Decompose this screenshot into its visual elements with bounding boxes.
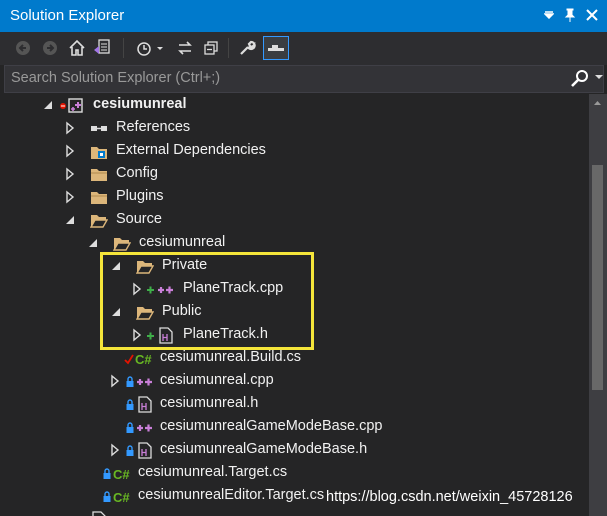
window-position-dropdown-icon[interactable]: [538, 4, 560, 26]
collapsed-arrow-icon[interactable]: [64, 190, 76, 204]
forward-icon[interactable]: [38, 36, 62, 60]
lock-icon: [125, 442, 135, 459]
history-icon[interactable]: [133, 36, 167, 60]
collapsed-arrow-icon[interactable]: [64, 121, 76, 135]
cpp-file-icon: [136, 419, 154, 436]
title-bar: Solution Explorer: [0, 0, 607, 32]
tree-item-label: cesiumunreal.cpp: [160, 372, 274, 388]
csharp-file-icon: C#: [135, 350, 157, 367]
pin-icon[interactable]: [559, 4, 581, 26]
lock-icon: [102, 465, 112, 482]
tree-item-label: Source: [116, 211, 162, 227]
h-file-icon: [136, 396, 154, 413]
tree-item-label: External Dependencies: [116, 142, 266, 158]
references-icon: [90, 120, 108, 137]
tree-item-label: cesiumunreal: [93, 96, 187, 112]
collapsed-arrow-icon[interactable]: [64, 144, 76, 158]
tree-item-label: cesiumunreal.h: [160, 395, 259, 411]
back-icon[interactable]: [11, 36, 35, 60]
tree-item-source[interactable]: Source: [0, 209, 589, 232]
tree-item-label: cesiumunreal: [139, 234, 226, 250]
cpp-file-icon: [136, 373, 154, 390]
tree-item-label: Plugins: [116, 188, 164, 204]
tree-item-label: cesiumunrealGameModeBase.cpp: [160, 418, 383, 434]
window-title: Solution Explorer: [10, 7, 125, 24]
properties-wrench-icon[interactable]: [235, 36, 259, 60]
tree-item-gamemodebase-cpp[interactable]: cesiumunrealGameModeBase.cpp: [0, 416, 589, 439]
checked-in-icon: [124, 350, 134, 367]
tree-item-references[interactable]: References: [0, 117, 589, 140]
search-icon[interactable]: [570, 69, 590, 89]
expanded-arrow-icon[interactable]: [64, 213, 76, 227]
h-file-icon: [136, 442, 154, 459]
tree-item-label: Config: [116, 165, 158, 181]
search-input[interactable]: [11, 69, 551, 87]
csharp-file-icon: C#: [113, 465, 135, 482]
folder-icon: [90, 166, 108, 183]
watermark-text: https://blog.csdn.net/weixin_45728126: [326, 489, 573, 505]
toolbar-separator: [123, 38, 124, 58]
scroll-up-arrow-icon[interactable]: [592, 98, 603, 108]
file-icon: [90, 511, 108, 516]
tree-item-build-cs[interactable]: C# cesiumunreal.Build.cs: [0, 347, 589, 370]
svg-text:C#: C#: [135, 352, 152, 367]
tree-item-label: cesiumunrealGameModeBase.h: [160, 441, 368, 457]
expanded-arrow-icon[interactable]: [87, 236, 99, 250]
external-deps-icon: [90, 143, 108, 160]
scrollbar-thumb[interactable]: [592, 165, 603, 390]
tree-item-cesiumunreal-cpp[interactable]: cesiumunreal.cpp: [0, 370, 589, 393]
collapsed-arrow-icon[interactable]: [64, 167, 76, 181]
switch-views-icon[interactable]: [90, 36, 114, 60]
lock-icon: [125, 419, 135, 436]
lock-icon: [125, 373, 135, 390]
folder-open-icon: [89, 212, 109, 229]
project-icon: [67, 97, 85, 114]
tree-item-label: References: [116, 119, 191, 135]
lock-icon: [102, 488, 112, 505]
collapsed-arrow-icon[interactable]: [109, 443, 121, 457]
csharp-file-icon: C#: [113, 488, 135, 505]
preview-selected-icon[interactable]: [263, 36, 289, 60]
tree-item-gamemodebase-h[interactable]: cesiumunrealGameModeBase.h: [0, 439, 589, 462]
tree-item-label: cesiumunreal.Target.cs: [138, 464, 288, 480]
sync-icon[interactable]: [173, 36, 197, 60]
collapse-all-icon[interactable]: [199, 36, 223, 60]
lock-icon: [125, 396, 135, 413]
tree-item-partial[interactable]: [0, 508, 589, 516]
annotation-highlight-box: [100, 252, 314, 350]
svg-text:C#: C#: [113, 467, 130, 482]
tree-item-external-dependencies[interactable]: External Dependencies: [0, 140, 589, 163]
toolbar: [0, 32, 607, 65]
toolbar-separator: [228, 38, 229, 58]
svg-text:C#: C#: [113, 490, 130, 505]
tree-item-target-cs[interactable]: C# cesiumunreal.Target.cs: [0, 462, 589, 485]
collapsed-arrow-icon[interactable]: [109, 374, 121, 388]
tree-item-plugins[interactable]: Plugins: [0, 186, 589, 209]
search-box[interactable]: [4, 65, 604, 93]
search-options-dropdown-icon[interactable]: [594, 72, 604, 84]
tree-item-config[interactable]: Config: [0, 163, 589, 186]
close-icon[interactable]: [581, 4, 603, 26]
tree-item-label: cesiumunreal.Build.cs: [160, 349, 302, 365]
home-icon[interactable]: [65, 36, 89, 60]
tree-item-project[interactable]: cesiumunreal: [0, 94, 589, 117]
folder-icon: [90, 189, 108, 206]
expanded-arrow-icon[interactable]: [42, 98, 54, 112]
folder-open-icon: [112, 235, 132, 252]
tree-item-label: cesiumunrealEditor.Target.cs: [138, 487, 325, 503]
tree-item-cesiumunreal-h[interactable]: cesiumunreal.h: [0, 393, 589, 416]
